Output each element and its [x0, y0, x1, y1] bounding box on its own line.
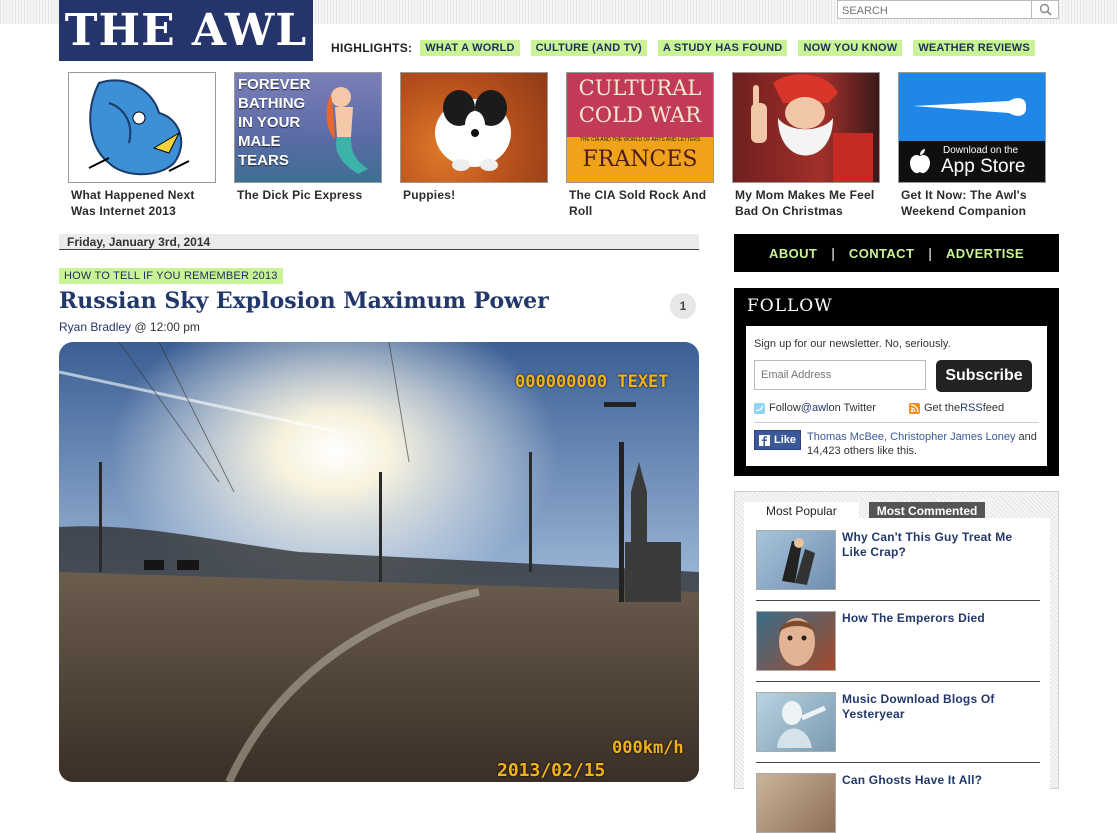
popular-list: Why Can't This Guy Treat Me Like Crap? H… — [744, 518, 1050, 833]
post-author[interactable]: Ryan Bradley — [59, 320, 131, 334]
santa-illustration — [751, 74, 873, 182]
post-date: Friday, January 3rd, 2014 — [59, 234, 699, 250]
comment-count-bubble[interactable]: 1 — [670, 293, 696, 319]
mermaid-overlay-text: FOREVER BATHING IN YOUR MALE TEARS — [238, 76, 311, 169]
meteor-dashcam-scene — [59, 342, 699, 782]
rss-link[interactable]: RSS — [960, 402, 983, 414]
twitter-follow[interactable]: Follow @awl on Twitter — [754, 402, 876, 414]
rss-pre: Get the — [924, 402, 961, 414]
facebook-like-button[interactable]: Like — [754, 430, 802, 450]
featured-caption[interactable]: The CIA Sold Rock And Roll — [566, 187, 714, 219]
search-input[interactable] — [838, 2, 1036, 20]
dashcam-speed: 000km/h — [612, 738, 684, 758]
popular-thumbnail[interactable] — [756, 773, 836, 833]
follow-divider — [754, 422, 1039, 423]
nav-contact[interactable]: CONTACT — [835, 246, 928, 261]
featured-item[interactable]: FOREVER BATHING IN YOUR MALE TEARS The D… — [234, 72, 382, 203]
featured-caption[interactable]: The Dick Pic Express — [234, 187, 382, 203]
search-box — [837, 0, 1059, 20]
twitter-pre: Follow — [769, 402, 801, 414]
twitter-icon — [754, 402, 765, 414]
popular-thumbnail[interactable] — [756, 530, 836, 590]
highlight-weather-reviews[interactable]: WEATHER REVIEWS — [913, 40, 1035, 56]
twitter-post: on Twitter — [828, 402, 876, 414]
highlights-label: HIGHLIGHTS: — [331, 41, 413, 55]
facebook-icon — [759, 434, 770, 446]
badge-small-text: Download on the — [943, 145, 1019, 156]
highlights-bar: HIGHLIGHTS: WHAT A WORLD CULTURE (AND TV… — [331, 39, 1046, 57]
featured-image-internet[interactable] — [68, 72, 216, 183]
popular-item-title[interactable]: How The Emperors Died — [842, 611, 1038, 626]
follow-panel: Sign up for our newsletter. No, seriousl… — [746, 326, 1047, 466]
couple-in-snow-illustration — [782, 538, 815, 585]
popular-widget: Most Popular Most Commented Why Can't Th… — [734, 491, 1059, 833]
apple-icon — [910, 149, 930, 174]
dashcam-timestamp: 2013/02/15 09:20:30 — [497, 760, 606, 782]
popular-item-title[interactable]: Can Ghosts Have It All? — [842, 773, 1038, 788]
post-byline: Ryan Bradley @ 12:00 pm — [59, 320, 200, 334]
book-author-text: FRANCES — [582, 147, 698, 172]
featured-caption[interactable]: My Mom Makes Me Feel Bad On Christmas — [732, 187, 880, 219]
book-subtitle-text: THE CIA AND THE WORLD OF ARTS AND LETTER… — [579, 137, 701, 143]
post-time: @ 12:00 pm — [131, 320, 200, 334]
popular-item-title[interactable]: Music Download Blogs Of Yesteryear — [842, 692, 1038, 722]
rss-icon — [909, 402, 920, 414]
search-icon — [1039, 3, 1052, 16]
post-hero-image[interactable]: 000000000 TEXET 000km/h 2013/02/15 09:20… — [59, 342, 699, 782]
featured-image-app-store[interactable]: Download on the App Store — [898, 72, 1046, 183]
featured-item[interactable]: CULTURAL COLD WAR THE CIA AND THE WORLD … — [566, 72, 714, 219]
highlight-culture[interactable]: CULTURE (AND TV) — [530, 40, 647, 56]
featured-caption[interactable]: What Happened Next Was Internet 2013 — [68, 187, 216, 219]
site-logo[interactable]: THE AWL — [59, 0, 313, 61]
post-title[interactable]: Russian Sky Explosion Maximum Power — [59, 288, 549, 314]
subscribe-button[interactable]: Subscribe — [936, 360, 1032, 392]
highlight-now-you-know[interactable]: NOW YOU KNOW — [798, 40, 903, 56]
newsletter-text: Sign up for our newsletter. No, seriousl… — [754, 338, 951, 350]
popular-item-title[interactable]: Why Can't This Guy Treat Me Like Crap? — [842, 530, 1038, 560]
search-button[interactable] — [1031, 1, 1058, 18]
featured-item[interactable]: What Happened Next Was Internet 2013 — [68, 72, 216, 219]
blue-creature-illustration — [88, 79, 190, 176]
featured-image-mermaid[interactable]: FOREVER BATHING IN YOUR MALE TEARS — [234, 72, 382, 183]
twitter-handle[interactable]: @awl — [801, 402, 829, 414]
emperor-face-illustration — [779, 618, 815, 666]
book-title-text: CULTURAL COLD WAR — [578, 76, 702, 127]
popular-thumbnail[interactable] — [756, 692, 836, 752]
highlight-a-study[interactable]: A STUDY HAS FOUND — [657, 40, 788, 56]
featured-item[interactable]: My Mom Makes Me Feel Bad On Christmas — [732, 72, 880, 219]
app-store-badge[interactable]: Download on the App Store — [899, 141, 1045, 182]
puppy-illustration — [435, 90, 511, 171]
email-input[interactable] — [754, 360, 926, 390]
rss-feed[interactable]: Get the RSS feed — [909, 402, 1004, 414]
featured-image-puppy[interactable] — [400, 72, 548, 183]
popular-thumbnail[interactable] — [756, 611, 836, 671]
nav-about[interactable]: ABOUT — [755, 246, 831, 261]
highlight-what-a-world[interactable]: WHAT A WORLD — [420, 40, 520, 56]
nav-advertise[interactable]: ADVERTISE — [932, 246, 1038, 261]
featured-item[interactable]: Download on the App Store Get It Now: Th… — [898, 72, 1046, 219]
follow-heading: FOLLOW — [747, 296, 833, 316]
facebook-friend-names[interactable]: Thomas McBee, Christopher James Loney — [807, 431, 1015, 443]
featured-image-santa[interactable] — [732, 72, 880, 183]
featured-caption[interactable]: Get It Now: The Awl's Weekend Companion — [898, 187, 1046, 219]
facebook-like-box: Like Thomas McBee, Christopher James Lon… — [754, 430, 1043, 458]
silver-figure-illustration — [777, 701, 826, 748]
popular-divider — [756, 600, 1040, 601]
dashcam-top-text: 000000000 TEXET — [515, 372, 669, 392]
popular-divider — [756, 762, 1040, 763]
rss-post: feed — [982, 402, 1005, 414]
mermaid-illustration — [326, 87, 368, 174]
site-nav: ABOUT | CONTACT | ADVERTISE — [734, 234, 1059, 272]
featured-image-cultural-cold-war[interactable]: CULTURAL COLD WAR THE CIA AND THE WORLD … — [566, 72, 714, 183]
post-category-tag[interactable]: HOW TO TELL IF YOU REMEMBER 2013 — [59, 268, 283, 284]
featured-item[interactable]: Puppies! — [400, 72, 548, 203]
featured-caption[interactable]: Puppies! — [400, 187, 548, 203]
comet-icon — [913, 98, 1027, 116]
facebook-like-text: Thomas McBee, Christopher James Loney an… — [807, 430, 1043, 458]
follow-widget: FOLLOW Sign up for our newsletter. No, s… — [734, 288, 1059, 476]
popular-divider — [756, 681, 1040, 682]
badge-big-text: App Store — [941, 156, 1026, 177]
like-label: Like — [774, 434, 797, 446]
